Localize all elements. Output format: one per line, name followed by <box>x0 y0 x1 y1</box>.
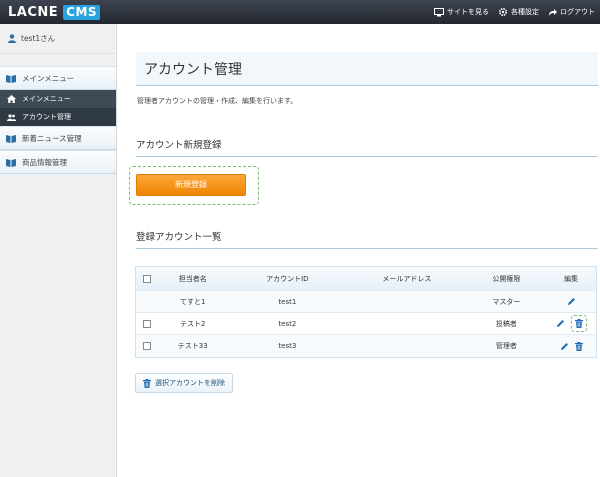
row-role: 管理者 <box>495 342 517 350</box>
view-site-label: サイトを見る <box>447 8 489 16</box>
logo-text: LACNE <box>8 4 59 20</box>
edit-button[interactable] <box>556 319 565 328</box>
sidebar-item-label: 新着ニュース管理 <box>22 133 82 143</box>
edit-button[interactable] <box>560 342 569 351</box>
logo-badge: CMS <box>63 4 101 20</box>
delete-button-highlight <box>570 315 587 332</box>
trash-icon <box>574 341 583 351</box>
delete-button[interactable] <box>574 341 583 351</box>
sidebar-subitem-account[interactable]: アカウント管理 <box>0 108 116 126</box>
row-name: てすと1 <box>180 297 206 306</box>
table-row: テスト2 test2 投稿者 <box>136 313 596 335</box>
new-register-button[interactable]: 新規登録 <box>136 174 246 196</box>
logout-link[interactable]: ログアウト <box>548 7 595 17</box>
sidebar-item-main-menu[interactable]: メインメニュー <box>0 66 116 90</box>
column-header-role[interactable]: 公開権限 <box>467 274 547 284</box>
row-checkbox[interactable] <box>142 319 151 328</box>
row-role: 投稿者 <box>495 319 517 328</box>
delete-selected-button[interactable]: 選択アカウントを削除 <box>135 373 233 393</box>
select-all-checkbox[interactable] <box>142 274 151 283</box>
trash-icon <box>574 319 583 328</box>
table-row: テスト33 test3 管理者 <box>136 335 596 357</box>
logout-label: ログアウト <box>560 8 595 16</box>
column-header-name[interactable]: 担当者名 <box>158 274 228 284</box>
page-title: アカウント管理 <box>144 61 242 78</box>
delete-selected-label: 選択アカウントを削除 <box>155 379 225 387</box>
table-header-row: 担当者名 アカウントID メールアドレス 公開権限 編集 <box>136 267 596 291</box>
column-header-edit: 編集 <box>564 274 579 283</box>
header-links: サイトを見る 各種設定 ログアウト <box>434 0 595 24</box>
table-row: てすと1 test1 マスター <box>136 291 596 313</box>
current-user: test1さん <box>0 24 116 54</box>
logout-arrow-icon <box>549 8 557 16</box>
gear-icon <box>498 7 508 17</box>
page-description: 管理者アカウントの管理・作成、編集を行います。 <box>137 97 298 105</box>
pencil-icon <box>567 298 575 305</box>
sidebar-item-label: 商品情報管理 <box>22 157 67 167</box>
sidebar-subitem-main-menu[interactable]: メインメニュー <box>0 90 116 108</box>
monitor-icon <box>434 7 444 16</box>
book-icon <box>6 134 16 143</box>
row-name: テスト33 <box>177 342 208 350</box>
account-table: 担当者名 アカウントID メールアドレス 公開権限 編集 てすと1 test1 … <box>135 266 597 358</box>
sidebar-item-products[interactable]: 商品情報管理 <box>0 150 116 174</box>
row-name: テスト2 <box>180 319 206 328</box>
column-header-email[interactable]: メールアドレス <box>347 274 466 284</box>
row-role: マスター <box>492 297 521 306</box>
home-icon <box>7 95 16 103</box>
row-account-id: test3 <box>278 342 297 350</box>
new-account-section-title: アカウント新規登録 <box>136 137 598 157</box>
pencil-icon <box>556 320 564 327</box>
user-icon <box>8 34 16 43</box>
sidebar-item-label: アカウント管理 <box>22 113 71 121</box>
sidebar-item-news[interactable]: 新着ニュース管理 <box>0 126 116 150</box>
settings-link[interactable]: 各種設定 <box>498 7 539 17</box>
book-icon <box>6 158 16 167</box>
users-icon <box>7 113 16 121</box>
page-header: アカウント管理 <box>136 52 598 86</box>
new-button-highlight: 新規登録 <box>129 166 259 205</box>
sidebar-item-label: メインメニュー <box>22 73 75 83</box>
delete-button[interactable] <box>574 319 583 328</box>
row-account-id: test2 <box>278 319 297 328</box>
top-bar: LACNE CMS サイトを見る 各種設定 ログアウト <box>0 0 600 24</box>
logo[interactable]: LACNE CMS <box>8 4 101 20</box>
book-icon <box>6 74 16 83</box>
row-checkbox[interactable] <box>142 342 151 350</box>
column-header-account-id[interactable]: アカウントID <box>228 274 347 284</box>
account-list-section-title: 登録アカウント一覧 <box>136 229 598 249</box>
user-name: test1さん <box>21 34 56 43</box>
sidebar-item-label: メインメニュー <box>22 95 71 103</box>
view-site-link[interactable]: サイトを見る <box>434 7 489 17</box>
sidebar: test1さん メインメニュー メインメニュー アカウント管理 新着ニュース管理… <box>0 24 117 477</box>
row-account-id: test1 <box>278 297 297 306</box>
pencil-icon <box>560 342 568 350</box>
settings-label: 各種設定 <box>511 8 539 16</box>
trash-icon <box>143 378 151 388</box>
edit-button[interactable] <box>567 297 576 306</box>
